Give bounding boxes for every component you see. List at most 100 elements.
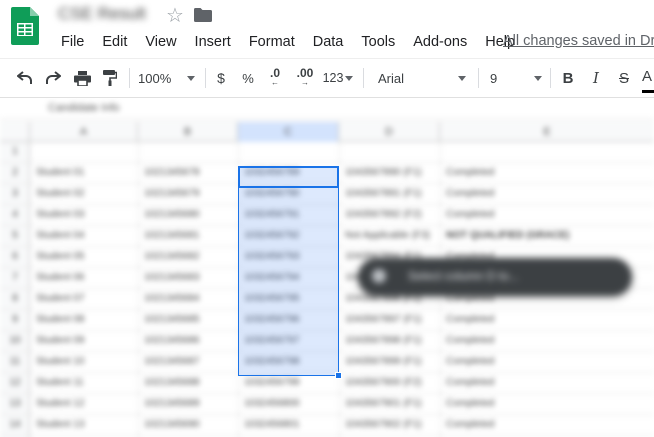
zoom-select[interactable]: 100% [138,59,198,97]
cell-b[interactable]: 1021345682 [144,251,236,263]
percent-format-button[interactable]: % [240,59,256,97]
menu-edit[interactable]: Edit [93,32,136,52]
text-color-button[interactable]: A [642,63,654,93]
cell-b[interactable]: 1021345687 [144,356,236,368]
cell-a[interactable]: Student 10 [36,356,128,368]
column-header-a[interactable]: A [30,122,138,142]
cell-d[interactable]: 1043567900 (F2) [345,377,437,389]
selected-range[interactable] [238,166,339,376]
cell-e[interactable]: Completed [446,167,646,179]
cell-e[interactable]: Completed [446,188,646,200]
cell-c[interactable]: 1032456801 [244,419,336,431]
italic-button[interactable]: I [587,59,605,97]
menu-insert[interactable]: Insert [186,32,240,52]
cell-b[interactable]: 1021345683 [144,272,236,284]
font-size-select[interactable]: 9 [490,59,542,97]
menu-file[interactable]: File [52,32,93,52]
menu-view[interactable]: View [136,32,185,52]
cell-b[interactable] [144,146,236,158]
cell-d[interactable]: 1043567897 (F1) [345,314,437,326]
cell-b[interactable]: 1021345686 [144,335,236,347]
cell-d[interactable]: 1043567890 (F1) [345,167,437,179]
star-icon[interactable]: ☆ [166,3,184,27]
cell-e[interactable]: Completed [446,335,646,347]
cell-a[interactable]: Student 06 [36,272,128,284]
fill-handle[interactable] [335,372,342,379]
menu-tools[interactable]: Tools [352,32,404,52]
row-number[interactable]: 13 [4,398,26,410]
column-header-d[interactable]: D [339,122,440,142]
print-icon[interactable] [71,59,93,97]
increase-decimal-button[interactable]: .00 → [292,59,318,97]
cell-e[interactable]: Completed [446,356,646,368]
cell-c[interactable]: 1032456800 [244,398,336,410]
cell-a[interactable]: Student 05 [36,251,128,263]
active-cell[interactable] [238,166,339,188]
row-number[interactable]: 4 [4,209,26,221]
row-number[interactable]: 10 [4,335,26,347]
sheets-logo-icon[interactable] [11,7,39,45]
cell-e[interactable]: Completed [446,398,646,410]
cell-d[interactable]: 1043567901 (F1) [345,398,437,410]
cell-e[interactable]: Completed [446,314,646,326]
row-number[interactable]: 1 [4,146,26,158]
cell-a[interactable]: Student 11 [36,377,128,389]
cell-e[interactable]: Completed [446,209,646,221]
cell-a[interactable]: Student 07 [36,293,128,305]
cell-b[interactable]: 1021345688 [144,377,236,389]
cell-b[interactable]: 1021345690 [144,419,236,431]
cell-d[interactable]: Not Applicable (F3) [345,230,437,242]
cell-a[interactable] [36,146,128,158]
document-title[interactable]: CSE Result [58,4,158,23]
select-all-corner[interactable] [0,122,30,142]
row-number[interactable]: 14 [4,419,26,431]
cell-a[interactable]: Student 13 [36,419,128,431]
more-formats-button[interactable]: 123 [322,59,354,97]
cell-a[interactable]: Student 04 [36,230,128,242]
save-status-link[interactable]: All changes saved in Drive [503,33,654,49]
row-number[interactable]: 9 [4,314,26,326]
row-number[interactable]: 8 [4,293,26,305]
formula-bar[interactable]: Candidate Info [0,98,654,120]
cell-e[interactable]: NOT QUALIFIED (GRACE) [446,230,646,242]
cell-e[interactable]: Completed [446,377,646,389]
row-number[interactable]: 6 [4,251,26,263]
cell-d[interactable] [345,146,437,158]
row-number[interactable]: 5 [4,230,26,242]
paint-format-icon[interactable] [99,59,121,97]
cell-b[interactable]: 1021345685 [144,314,236,326]
folder-icon[interactable] [194,8,212,22]
row-number[interactable]: 12 [4,377,26,389]
cell-a[interactable]: Student 09 [36,335,128,347]
cell-b[interactable]: 1021345679 [144,188,236,200]
cell-a[interactable]: Student 03 [36,209,128,221]
menu-addons[interactable]: Add-ons [404,32,476,52]
cell-d[interactable]: 1043567891 (F1) [345,188,437,200]
menu-format[interactable]: Format [240,32,304,52]
cell-b[interactable]: 1021345678 [144,167,236,179]
cell-e[interactable]: Completed [446,419,646,431]
cell-d[interactable]: 1043567902 (F1) [345,419,437,431]
cell-b[interactable]: 1021345680 [144,209,236,221]
cell-d[interactable]: 1043567898 (F1) [345,335,437,347]
column-header-b[interactable]: B [138,122,238,142]
cell-b[interactable]: 1021345684 [144,293,236,305]
cell-a[interactable]: Student 01 [36,167,128,179]
row-number[interactable]: 11 [4,356,26,368]
strikethrough-button[interactable]: S [615,59,633,97]
cell-d[interactable]: 1043567899 (F1) [345,356,437,368]
column-header-e[interactable]: E [440,122,654,142]
row-number[interactable]: 2 [4,167,26,179]
cell-c[interactable]: 1032456799 [244,377,336,389]
row-number[interactable]: 3 [4,188,26,200]
cell-e[interactable] [446,146,646,158]
cell-a[interactable]: Student 02 [36,188,128,200]
redo-icon[interactable] [42,59,64,97]
spreadsheet-grid[interactable]: Candidate Info A B C D E 1 2 Student 01 102… [0,98,654,437]
currency-format-button[interactable]: $ [213,59,229,97]
font-family-select[interactable]: Arial [378,59,468,97]
cell-a[interactable]: Student 08 [36,314,128,326]
column-header-c[interactable]: C [238,122,339,142]
cell-b[interactable]: 1021345681 [144,230,236,242]
decrease-decimal-button[interactable]: .0 ← [264,59,286,97]
